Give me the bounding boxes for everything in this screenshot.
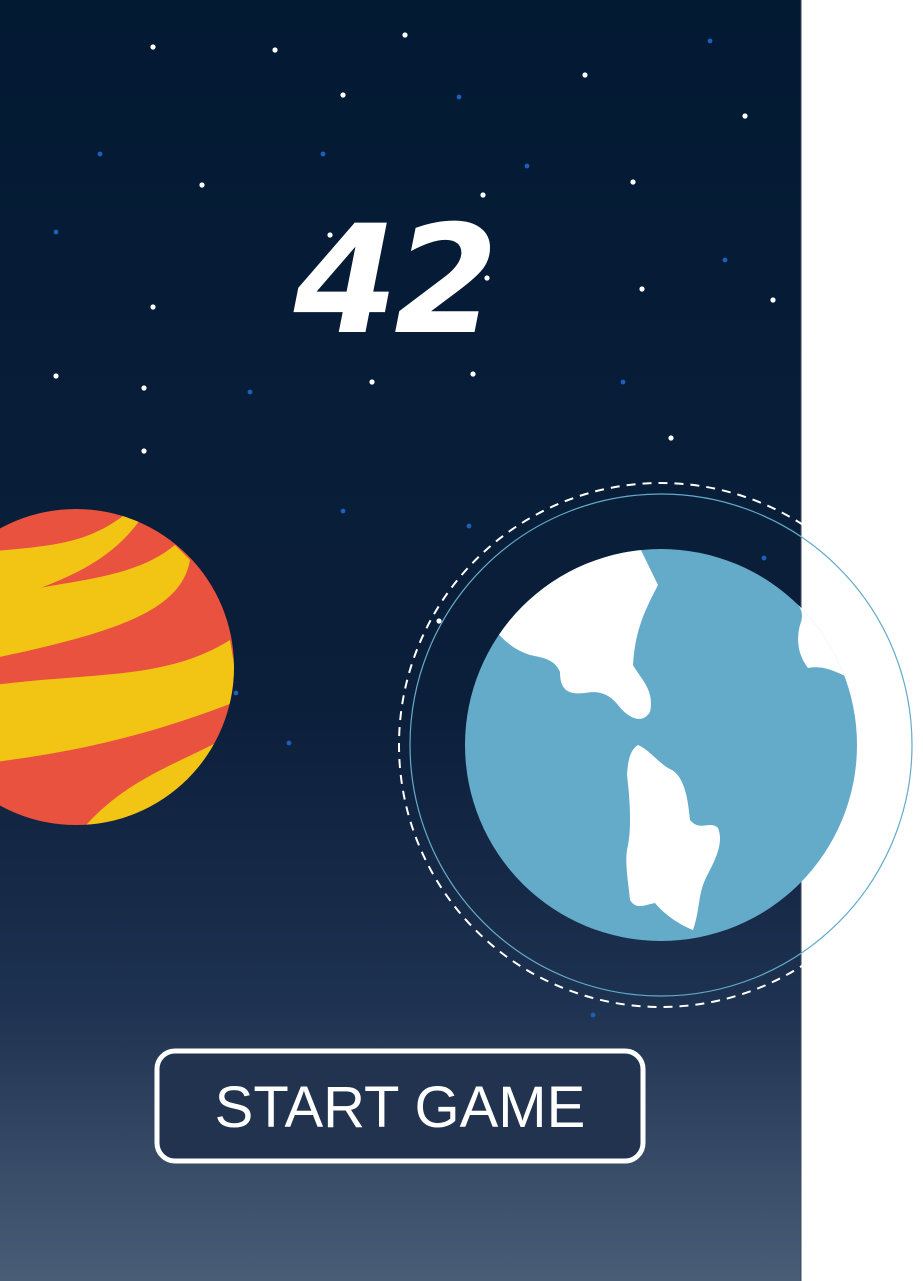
- star-white: [402, 32, 408, 38]
- star-white: [639, 286, 645, 292]
- star-blue: [53, 229, 59, 235]
- star-blue: [707, 38, 713, 44]
- star-white: [141, 448, 147, 454]
- star-blue: [320, 151, 326, 157]
- star-white: [141, 385, 147, 391]
- game-canvas: 42 START GAME: [0, 0, 923, 1281]
- game-screen: 42 START GAME: [0, 0, 923, 1281]
- star-blue: [722, 257, 728, 263]
- star-blue: [761, 555, 767, 561]
- star-white: [340, 92, 346, 98]
- star-white: [470, 371, 476, 377]
- star-blue: [620, 379, 626, 385]
- star-blue: [233, 690, 239, 696]
- star-white: [199, 182, 205, 188]
- star-white: [630, 179, 636, 185]
- star-white: [770, 297, 776, 303]
- star-blue: [590, 1012, 596, 1018]
- star-white: [150, 304, 156, 310]
- start-game-button-label: START GAME: [215, 1075, 586, 1140]
- score-display: 42: [293, 194, 495, 368]
- star-white: [150, 44, 156, 50]
- star-white: [53, 373, 59, 379]
- star-blue: [456, 94, 462, 100]
- star-white: [369, 379, 375, 385]
- star-blue: [286, 740, 292, 746]
- star-white: [742, 113, 748, 119]
- star-white: [668, 435, 674, 441]
- star-white: [582, 72, 588, 78]
- start-game-button[interactable]: START GAME: [154, 1048, 646, 1164]
- star-white: [272, 47, 278, 53]
- star-blue: [97, 151, 103, 157]
- star-blue: [466, 523, 472, 529]
- star-blue: [340, 508, 346, 514]
- star-blue: [247, 389, 253, 395]
- star-white: [436, 618, 442, 624]
- star-blue: [524, 163, 530, 169]
